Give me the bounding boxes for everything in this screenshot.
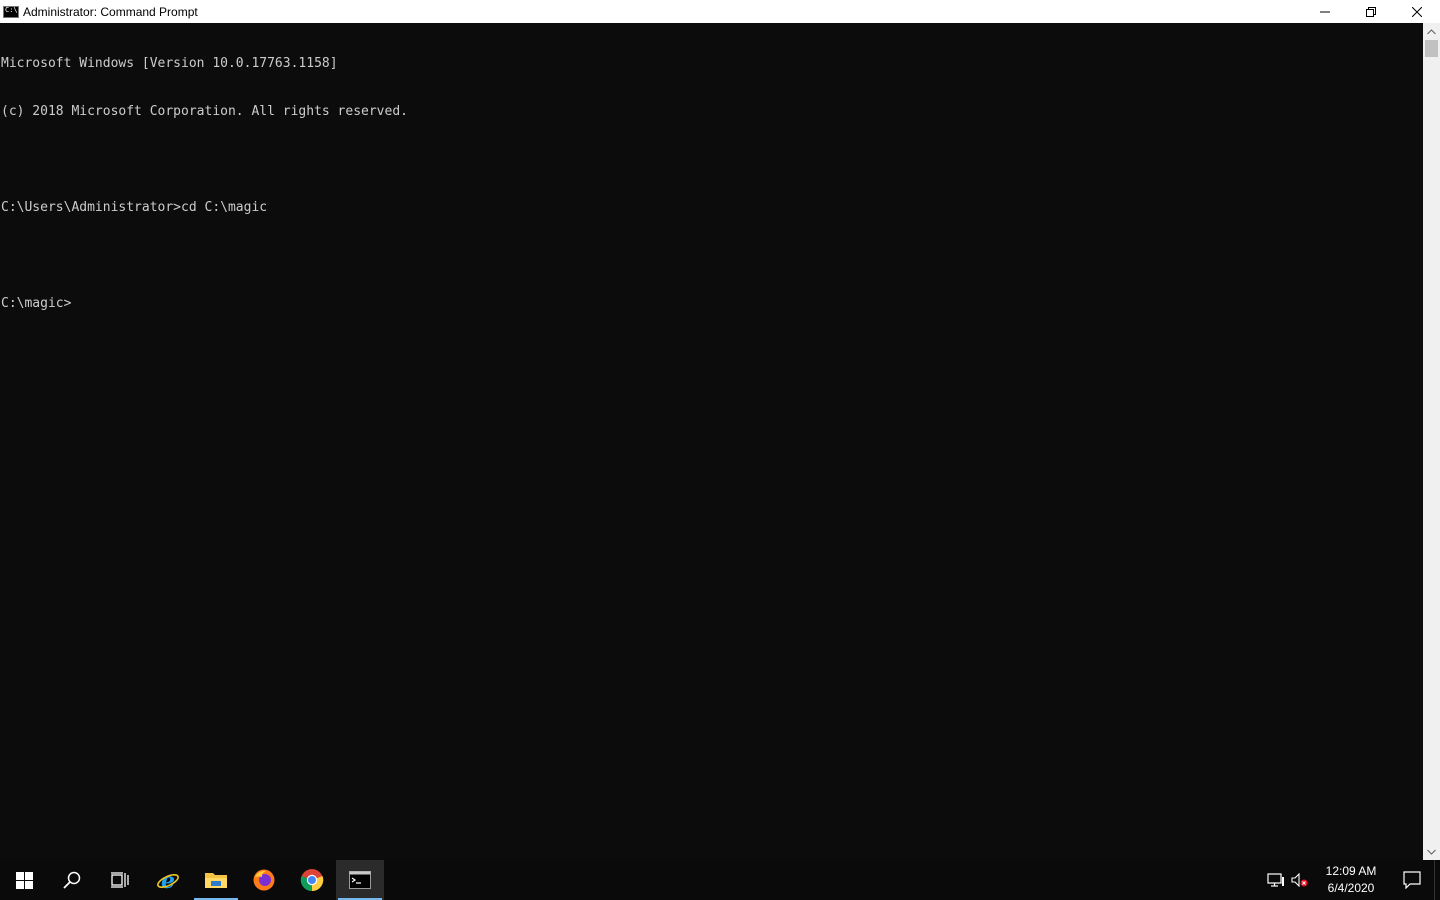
task-view-icon: [111, 872, 129, 888]
scroll-thumb[interactable]: [1425, 40, 1438, 57]
console-line: Microsoft Windows [Version 10.0.17763.11…: [1, 56, 338, 71]
vertical-scrollbar[interactable]: [1423, 23, 1440, 860]
volume-muted-icon[interactable]: [1288, 860, 1312, 900]
title-bar[interactable]: Administrator: Command Prompt: [0, 0, 1440, 23]
command-prompt-icon: [349, 871, 371, 889]
console-line: C:\Users\Administrator>cd C:\magic: [1, 200, 268, 215]
svg-text:e: e: [161, 868, 175, 892]
speaker-icon: [1291, 873, 1308, 887]
command-prompt-window: Administrator: Command Prompt Microsoft …: [0, 0, 1440, 860]
chrome-button[interactable]: [288, 860, 336, 900]
command-prompt-button[interactable]: [336, 860, 384, 900]
chevron-down-icon: [1427, 849, 1436, 855]
action-center-button[interactable]: [1390, 860, 1434, 900]
clock-time: 12:09 AM: [1325, 864, 1377, 878]
close-icon: [1412, 6, 1422, 17]
close-button[interactable]: [1394, 0, 1440, 23]
firefox-icon: [253, 869, 275, 891]
network-icon-svg: [1267, 873, 1284, 887]
task-view-button[interactable]: [96, 860, 144, 900]
console-line: (c) 2018 Microsoft Corporation. All righ…: [1, 104, 408, 119]
network-icon[interactable]: [1264, 860, 1288, 900]
scroll-up-button[interactable]: [1423, 23, 1440, 40]
chrome-icon: [300, 869, 324, 892]
internet-explorer-button[interactable]: e: [144, 860, 192, 900]
restore-button[interactable]: [1348, 0, 1394, 23]
minimize-icon: [1320, 11, 1330, 12]
minimize-button[interactable]: [1302, 0, 1348, 23]
search-button[interactable]: [48, 860, 96, 900]
restore-icon: [1366, 6, 1376, 17]
search-icon: [63, 871, 81, 889]
windows-logo-icon: [15, 871, 33, 889]
show-desktop-button[interactable]: [1434, 860, 1440, 900]
notification-icon: [1403, 871, 1421, 889]
command-prompt-icon[interactable]: [3, 5, 19, 18]
scroll-down-button[interactable]: [1423, 843, 1440, 860]
clock[interactable]: 12:09 AM 6/4/2020: [1312, 860, 1390, 900]
window-title: Administrator: Command Prompt: [23, 4, 198, 19]
firefox-button[interactable]: [240, 860, 288, 900]
folder-icon: [205, 873, 227, 888]
chevron-up-icon: [1427, 28, 1436, 34]
window-controls: [1302, 0, 1440, 23]
file-explorer-button[interactable]: [192, 860, 240, 900]
taskbar: e 12:09 AM 6/4/2020: [0, 860, 1440, 900]
clock-date: 6/4/2020: [1327, 881, 1375, 895]
console-prompt-line: C:\magic>: [1, 296, 72, 311]
system-tray: 12:09 AM 6/4/2020: [1264, 860, 1440, 900]
internet-explorer-icon: e: [157, 868, 179, 892]
console-output[interactable]: Microsoft Windows [Version 10.0.17763.11…: [0, 23, 1423, 860]
start-button[interactable]: [0, 860, 48, 900]
